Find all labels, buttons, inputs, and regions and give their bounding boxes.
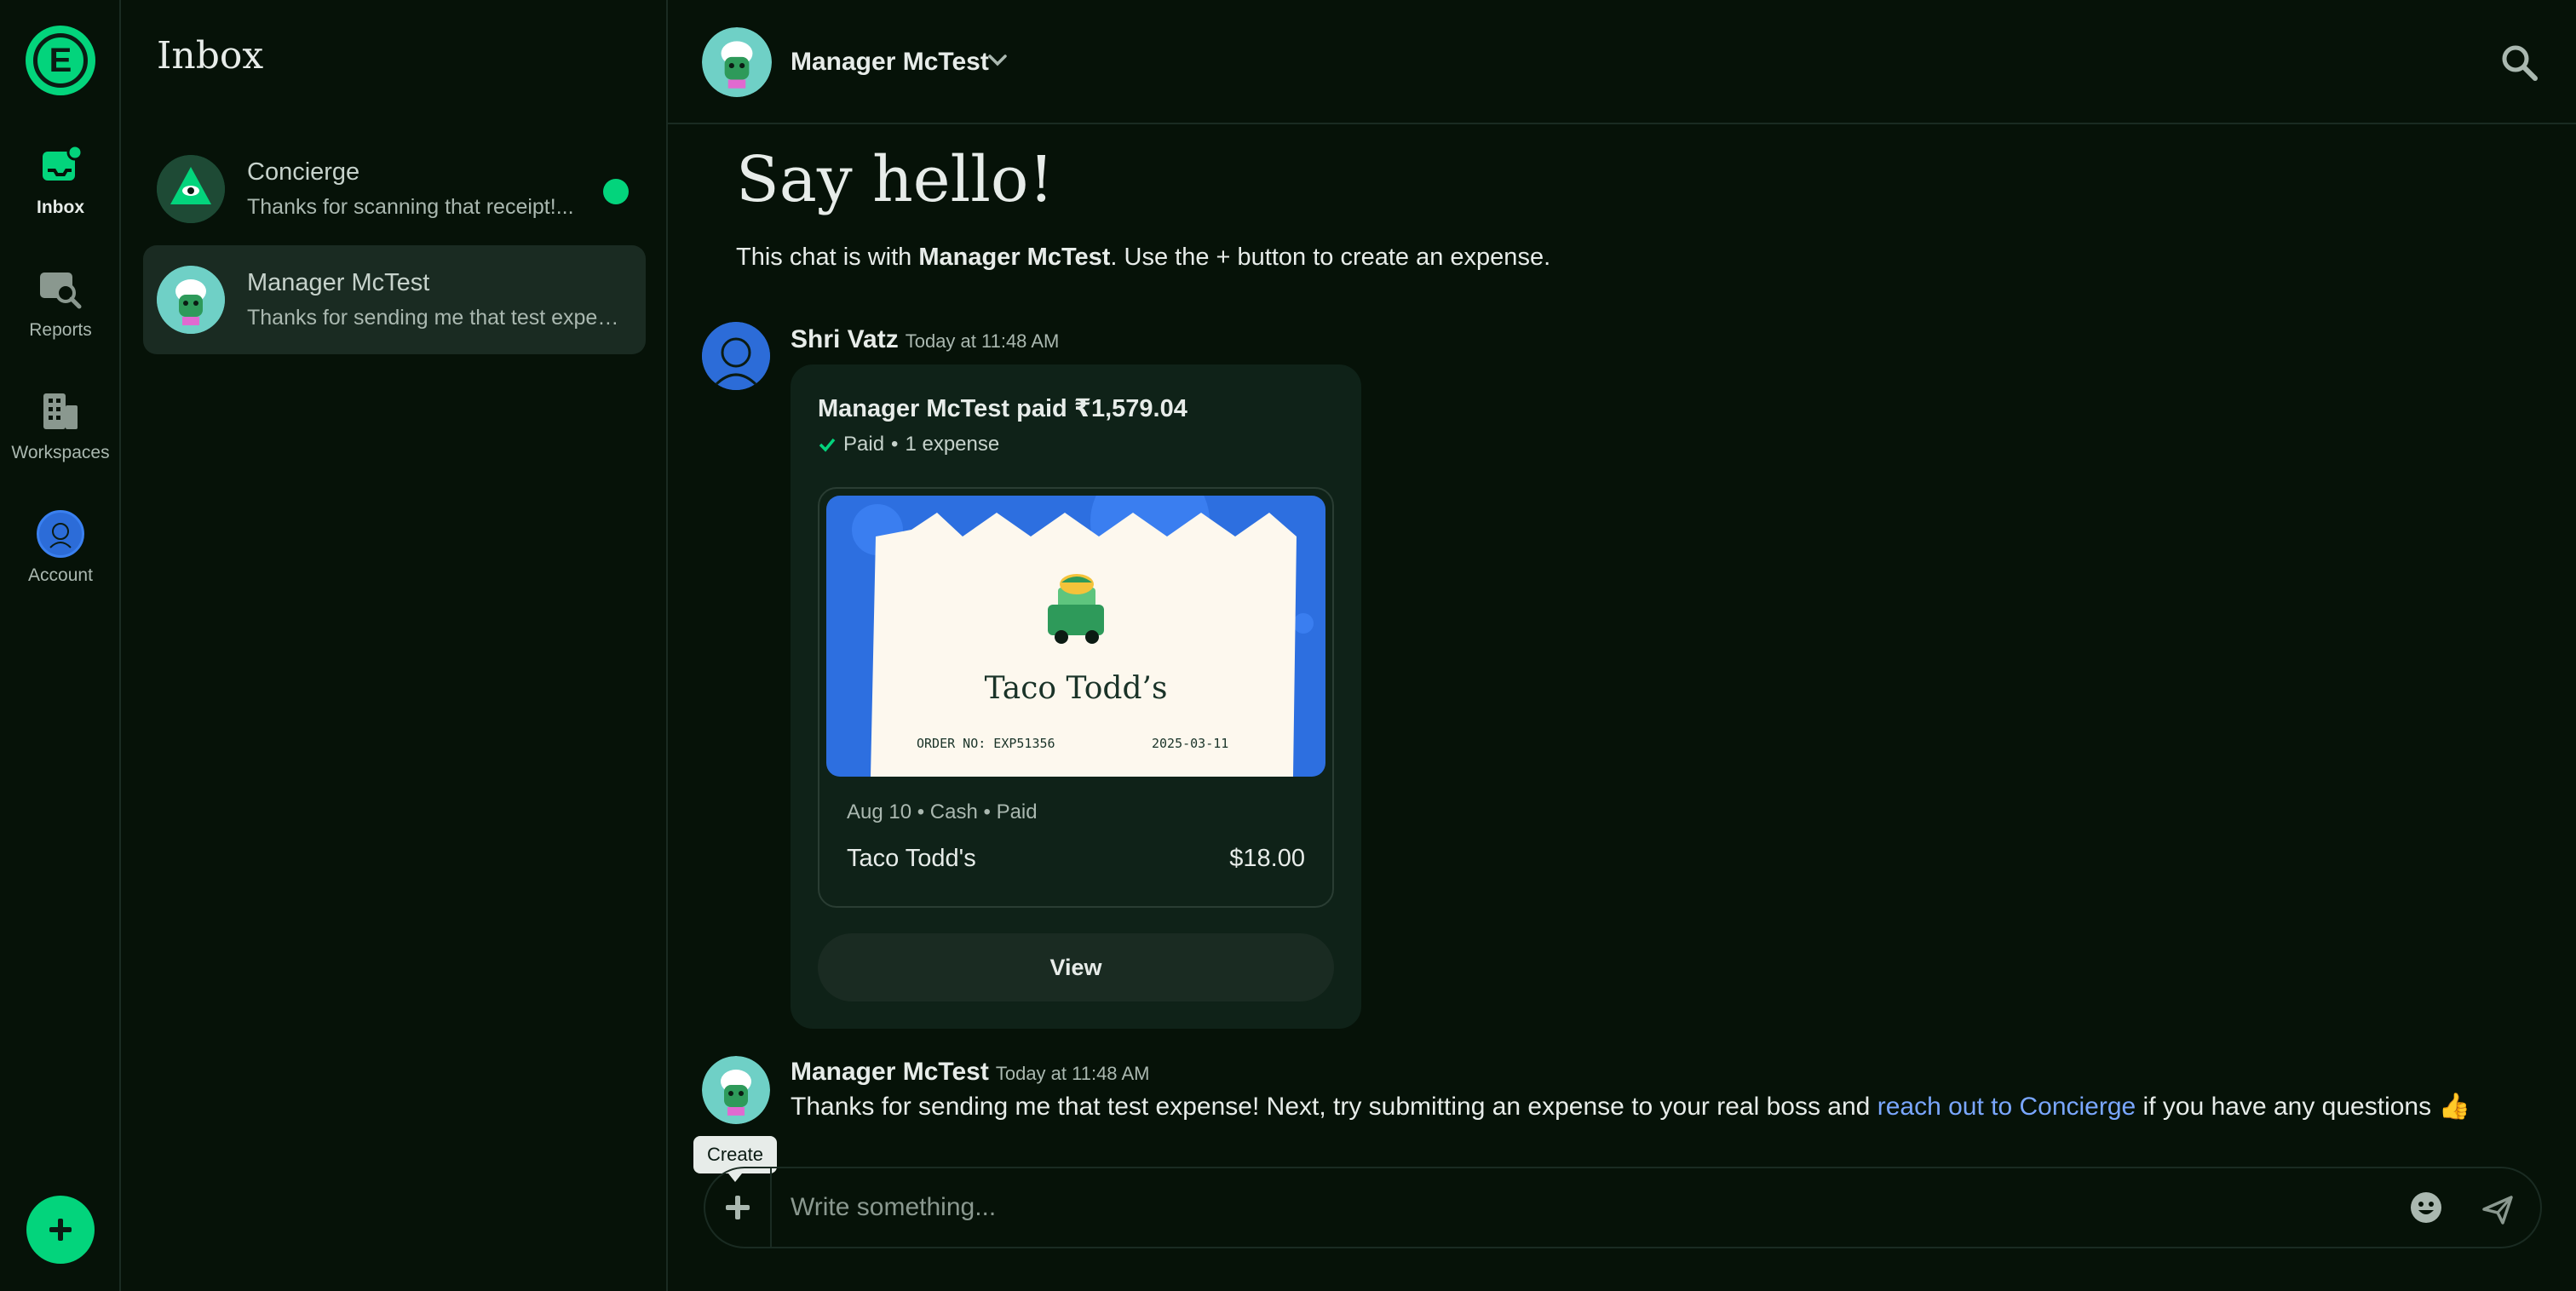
plus-icon [49, 1219, 72, 1241]
plus-icon [726, 1196, 750, 1219]
chat-title[interactable]: Manager McTest [791, 48, 989, 77]
avatar[interactable] [702, 1056, 770, 1124]
emoji-icon[interactable] [2409, 1191, 2443, 1229]
nav-label-workspaces: Workspaces [11, 443, 110, 462]
nav-label-inbox: Inbox [37, 198, 84, 217]
chat-name: Concierge [247, 158, 360, 186]
welcome-text: This chat is with Manager McTest. Use th… [736, 244, 1551, 271]
expensify-logo[interactable]: E [26, 26, 95, 95]
reports-icon [38, 264, 83, 313]
inbox-icon [39, 141, 82, 191]
create-button[interactable] [705, 1168, 772, 1247]
welcome-heading: Say hello! [736, 143, 1055, 216]
receipt-date: 2025-03-11 [1152, 736, 1229, 751]
report-preview-card[interactable]: Manager McTest paid ₹1,579.04 Paid • 1 exp… [791, 364, 1361, 1029]
message-text: Thanks for sending me that test expense!… [791, 1093, 2470, 1121]
unread-indicator [603, 179, 629, 204]
expense-merchant: Taco Todd's [847, 845, 976, 872]
chat-row-manager-mctest[interactable]: Manager McTest Thanks for sending me tha… [143, 245, 646, 354]
message-time: Today at 11:48 AM [905, 330, 1060, 352]
message-meta: Manager McTest Today at 11:48 AM [791, 1058, 1149, 1087]
chat-list-panel: Inbox Concierge Thanks for scanning that… [121, 0, 668, 1291]
send-icon[interactable] [2481, 1192, 2515, 1231]
message-meta: Shri Vatz Today at 11:48 AM [791, 325, 1059, 354]
expense-amount: $18.00 [1229, 845, 1305, 872]
logo-letter: E [33, 33, 88, 88]
concierge-link[interactable]: reach out to Concierge [1877, 1093, 2136, 1121]
chat-preview: Thanks for scanning that receipt!... [247, 195, 574, 219]
nav-label-account: Account [28, 565, 93, 585]
composer [704, 1167, 2542, 1248]
nav-item-inbox[interactable]: Inbox [0, 141, 121, 244]
page-title: Inbox [157, 34, 264, 77]
search-icon[interactable] [2499, 43, 2539, 86]
workspaces-icon [40, 387, 81, 436]
message-input[interactable] [791, 1187, 2324, 1228]
expense-preview[interactable]: Taco Todd’s ORDER NO: EXP51356 2025-03-1… [818, 487, 1334, 908]
global-create-button[interactable] [26, 1196, 95, 1264]
view-button[interactable]: View [818, 933, 1334, 1001]
report-title: Manager McTest paid ₹1,579.04 [818, 395, 1187, 422]
nav-label-reports: Reports [29, 320, 92, 340]
avatar [157, 266, 225, 334]
message-time: Today at 11:48 AM [995, 1063, 1150, 1084]
nav-item-reports[interactable]: Reports [0, 264, 121, 366]
message-author: Shri Vatz [791, 325, 899, 353]
chat-header: Manager McTest [668, 0, 2576, 124]
chevron-down-icon[interactable] [986, 49, 1009, 76]
avatar [157, 155, 225, 223]
report-status: Paid • 1 expense [818, 433, 999, 456]
account-avatar [37, 509, 84, 559]
avatar[interactable] [702, 27, 772, 97]
receipt-merchant: Taco Todd’s [984, 671, 1168, 706]
receipt-image: Taco Todd’s ORDER NO: EXP51356 2025-03-1… [826, 496, 1325, 777]
avatar[interactable] [702, 322, 770, 390]
expense-meta: Aug 10 • Cash • Paid [847, 800, 1038, 823]
message-author: Manager McTest [791, 1058, 989, 1086]
check-icon [819, 438, 836, 452]
chat-name: Manager McTest [247, 269, 430, 296]
chat-row-concierge[interactable]: Concierge Thanks for scanning that recei… [143, 135, 646, 244]
nav-item-account[interactable]: Account [0, 509, 121, 611]
receipt-order-number: ORDER NO: EXP51356 [917, 736, 1055, 751]
chat-preview: Thanks for sending me that test expense!… [247, 306, 630, 330]
chat-main: Manager McTest Say hello! This chat is w… [668, 0, 2576, 1291]
nav-item-workspaces[interactable]: Workspaces [0, 387, 121, 489]
nav-rail: E Inbox Reports Workspaces Account [0, 0, 121, 1291]
